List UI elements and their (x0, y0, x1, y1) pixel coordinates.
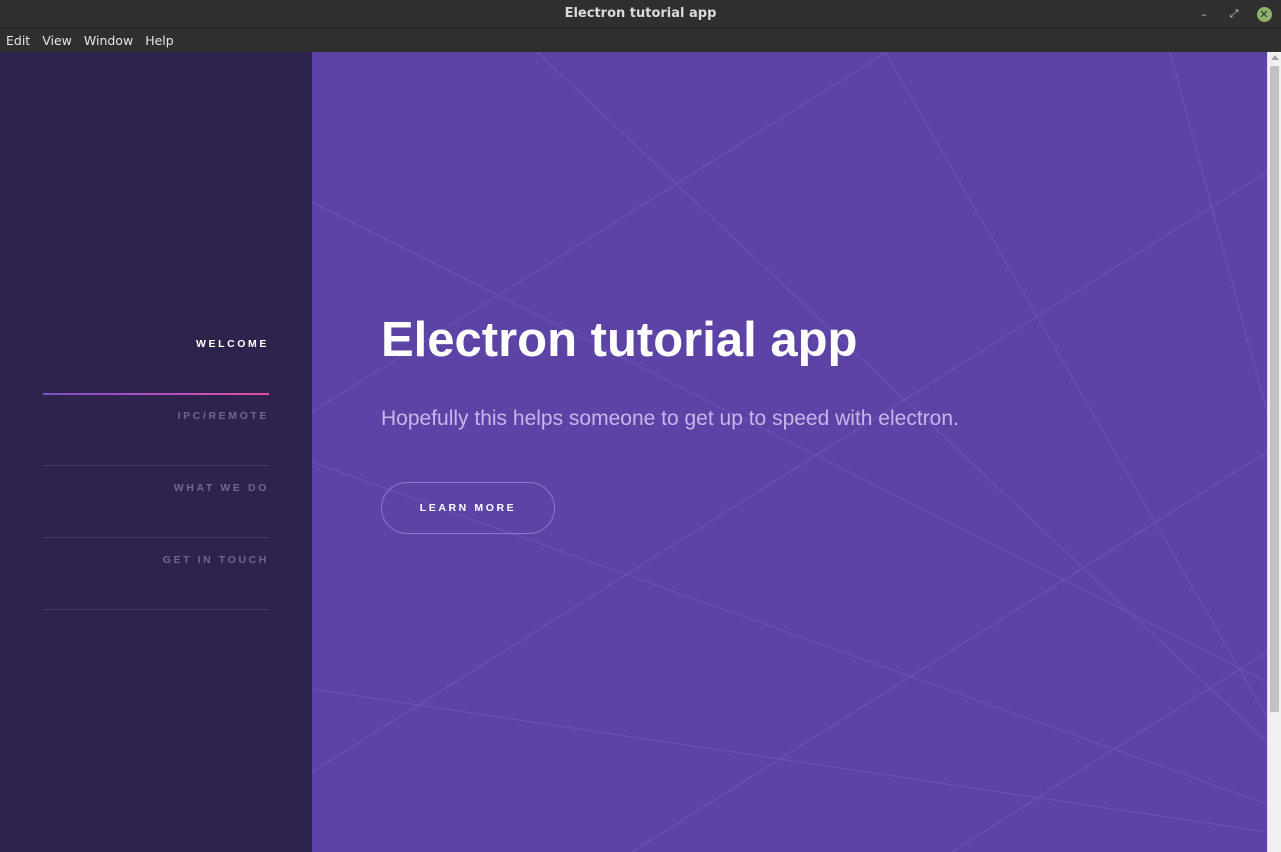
learn-more-button[interactable]: LEARN MORE (381, 482, 555, 534)
sidebar: WELCOME IPC/REMOTE WHAT WE DO GET IN TOU… (0, 52, 312, 852)
scroll-up-icon[interactable] (1271, 55, 1279, 60)
hero-section: Electron tutorial app Hopefully this hel… (312, 52, 1267, 852)
sidebar-item-label: WELCOME (195, 338, 269, 350)
menu-view[interactable]: View (42, 33, 72, 48)
minimize-icon: – (1201, 7, 1207, 21)
bg-line (312, 171, 1267, 773)
maximize-button[interactable]: ⤢ (1225, 5, 1243, 23)
app-content: WELCOME IPC/REMOTE WHAT WE DO GET IN TOU… (0, 52, 1281, 852)
sidebar-nav: WELCOME IPC/REMOTE WHAT WE DO GET IN TOU… (43, 322, 269, 610)
bg-line (884, 52, 1267, 718)
close-icon: ✕ (1256, 6, 1272, 22)
sidebar-item-label: IPC/REMOTE (177, 410, 269, 422)
sidebar-item-what-we-do[interactable]: WHAT WE DO (43, 466, 269, 538)
bg-line (951, 651, 1267, 852)
close-glyph: ✕ (1259, 7, 1269, 21)
menu-bar: Edit View Window Help (0, 28, 1281, 52)
vertical-scrollbar[interactable] (1267, 52, 1281, 852)
sidebar-item-welcome[interactable]: WELCOME (43, 322, 269, 395)
sidebar-item-get-in-touch[interactable]: GET IN TOUCH (43, 538, 269, 610)
sidebar-item-label: WHAT WE DO (173, 482, 269, 494)
minimize-button[interactable]: – (1195, 5, 1213, 23)
sidebar-item-ipc-remote[interactable]: IPC/REMOTE (43, 394, 269, 466)
window-title: Electron tutorial app (564, 6, 717, 21)
menu-edit[interactable]: Edit (6, 33, 30, 48)
bg-line (536, 52, 1267, 743)
maximize-icon: ⤢ (1229, 7, 1239, 20)
menu-help[interactable]: Help (145, 33, 174, 48)
bg-line (312, 201, 1267, 683)
menu-window[interactable]: Window (84, 33, 133, 48)
hero-subtitle: Hopefully this helps someone to get up t… (381, 407, 959, 430)
close-button[interactable]: ✕ (1255, 5, 1273, 23)
bg-line (1169, 52, 1267, 413)
scrollbar-thumb[interactable] (1270, 66, 1279, 712)
hero-title: Electron tutorial app (381, 313, 858, 367)
bg-line (312, 688, 1267, 833)
background-line-pattern (312, 52, 1267, 852)
title-bar: Electron tutorial app – ⤢ ✕ (0, 0, 1281, 28)
sidebar-item-label: GET IN TOUCH (162, 554, 269, 566)
